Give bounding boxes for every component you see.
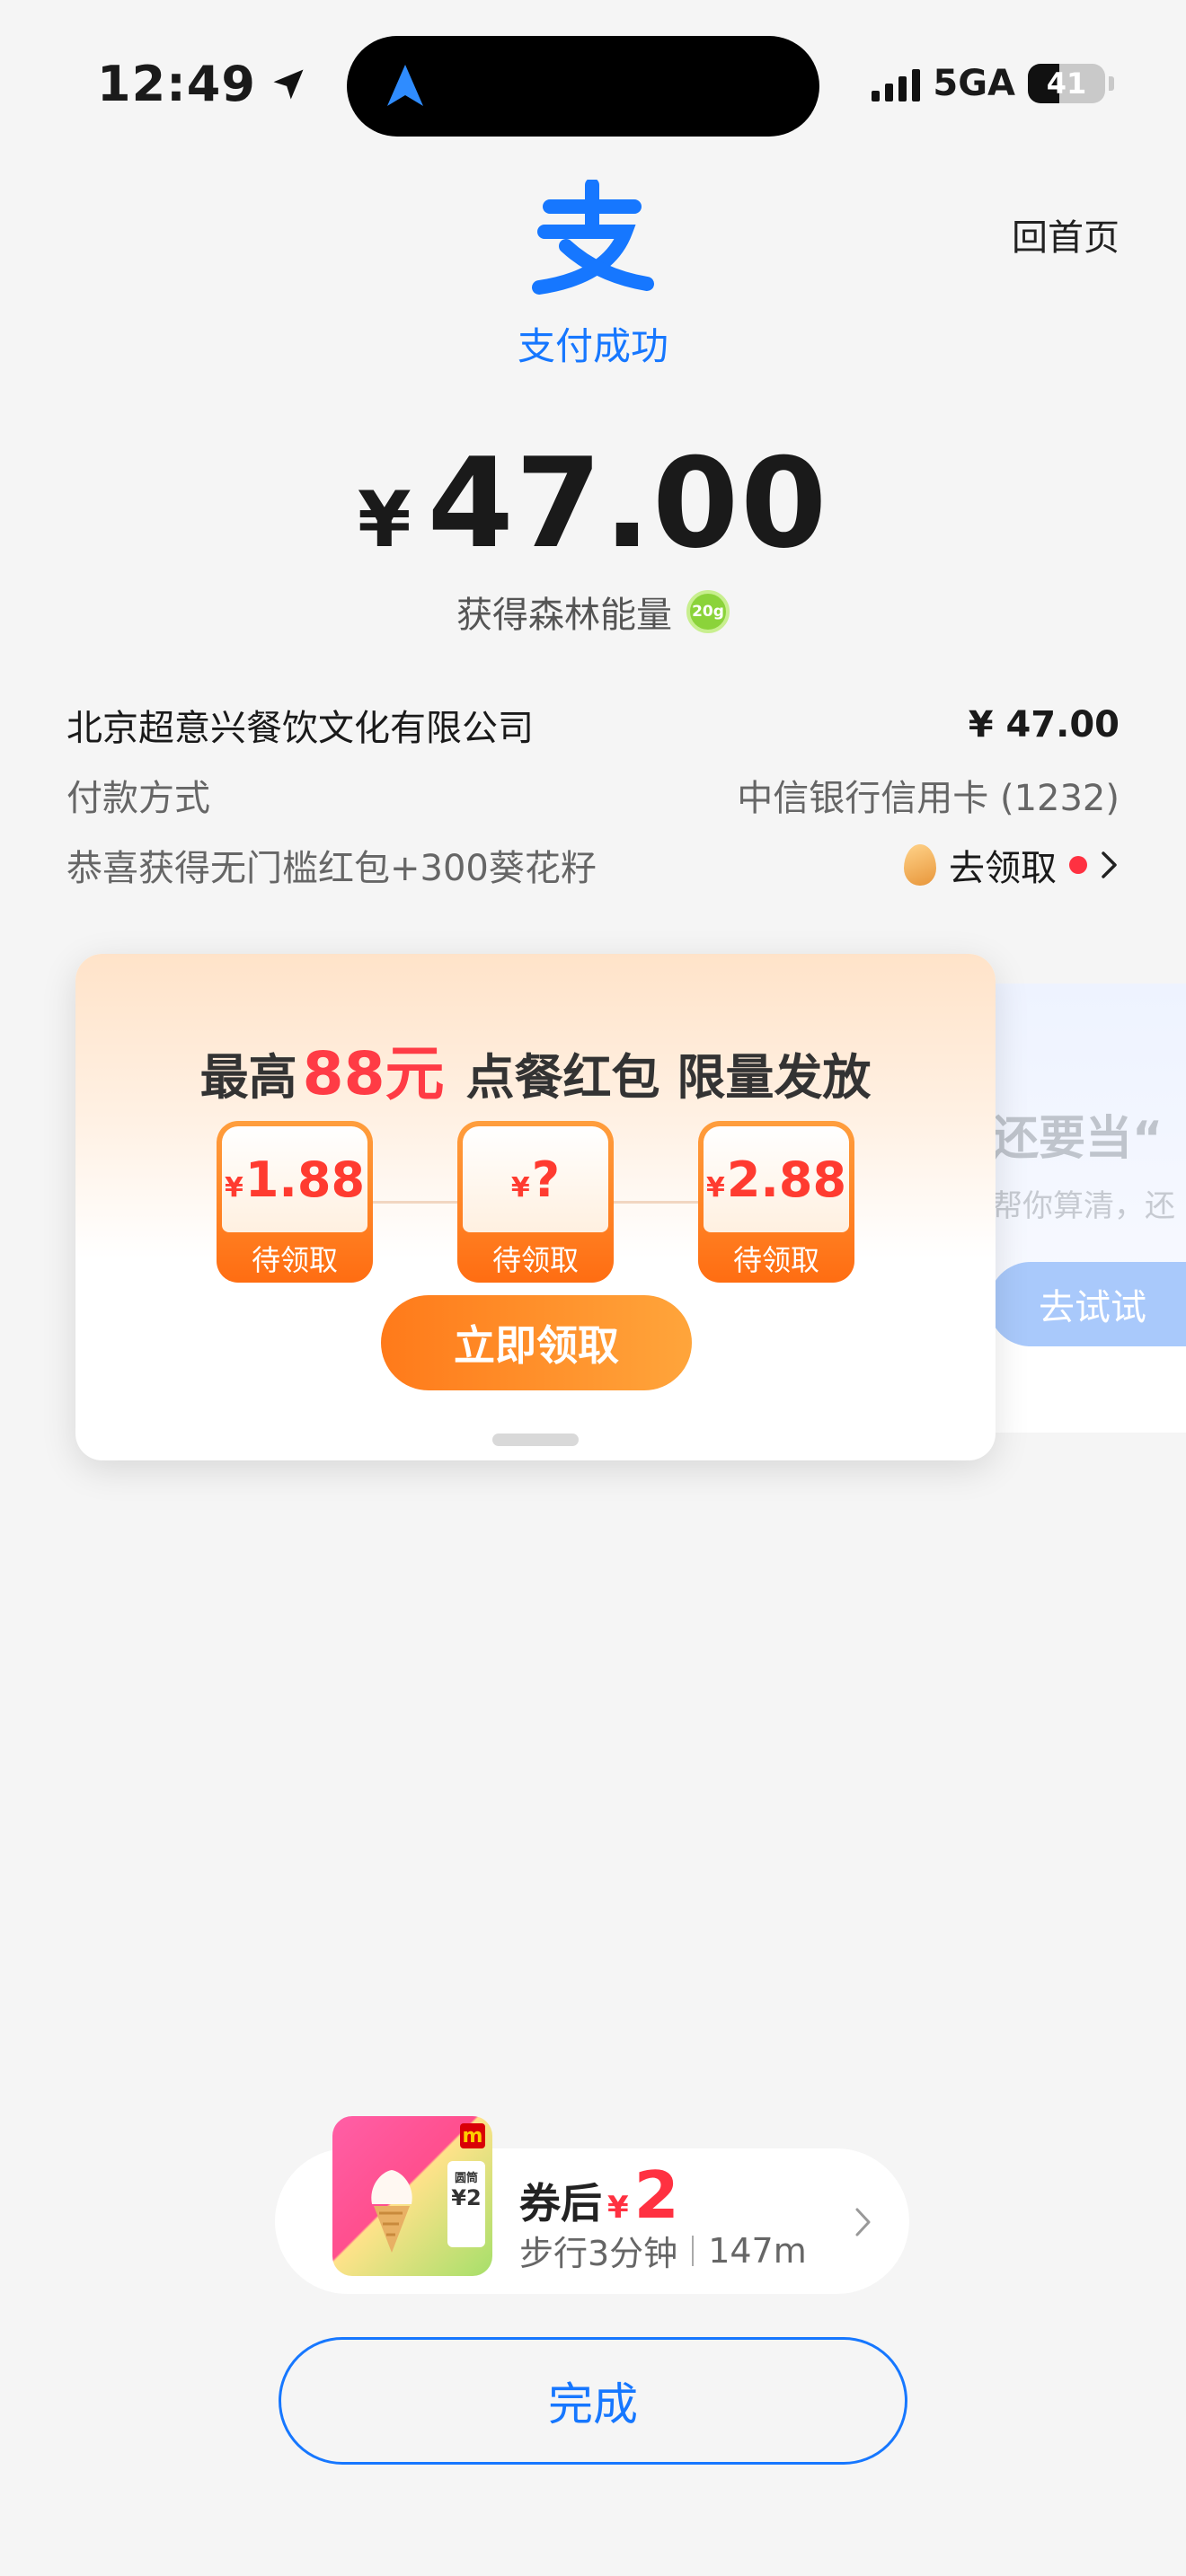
reward-label: 恭喜获得无门槛红包+300葵花籽 (66, 848, 597, 889)
status-right: 5GA 41 (872, 63, 1114, 104)
red-dot-badge (1069, 856, 1087, 874)
product-price-tag: 圆筒 ¥2 (447, 2161, 485, 2247)
coupon-status: 待领取 (732, 1243, 819, 1277)
coupon-card[interactable]: ¥ 2.88 待领取 (698, 1121, 854, 1283)
after-coupon-value: 2 (633, 2157, 679, 2233)
coupon-amount: 1.88 (244, 1151, 366, 1208)
promo-title: 最高 88元 点餐红包 限量发放 (75, 1026, 996, 1112)
after-coupon-label: 券后 (519, 2179, 602, 2228)
product-tag-line2: ¥2 (451, 2185, 482, 2210)
pay-status-text: 支付成功 (517, 324, 668, 368)
coupon-value: ¥ 1.88 (222, 1126, 367, 1232)
coupon-status: 待领取 (251, 1243, 338, 1277)
coupon-amount: ? (531, 1151, 561, 1208)
currency-symbol: ¥ (357, 475, 412, 565)
battery-text: 41 (1046, 66, 1087, 101)
promo-title-suffix: 点餐红包 限量发放 (465, 1049, 872, 1106)
coupon-currency: ¥ (510, 1172, 530, 1204)
amount-value: 47.00 (427, 431, 829, 576)
navigation-arrow-icon (387, 65, 423, 106)
status-time-text: 12:49 (97, 56, 256, 112)
chevron-right-icon (1102, 851, 1117, 878)
coupon-status: 待领取 (491, 1243, 579, 1277)
walk-time: 步行3分钟 (519, 2234, 678, 2273)
energy-badge-icon: 20g (686, 590, 730, 633)
promo-title-prefix: 最高 (199, 1049, 297, 1106)
coupon-amount: 2.88 (726, 1151, 847, 1208)
after-coupon-price: 券后 ¥ 2 (519, 2163, 679, 2230)
claim-now-button[interactable]: 立即领取 (381, 1295, 692, 1390)
red-packet-promo-card: 最高 88元 点餐红包 限量发放 ¥ 1.88 待领取 ¥ ? 待领取 ¥ 2.… (75, 954, 996, 1460)
divider (692, 2235, 695, 2266)
home-link[interactable]: 回首页 (1012, 208, 1120, 260)
chevron-right-icon[interactable] (854, 2206, 873, 2238)
location-arrow-icon (273, 69, 304, 99)
coupon-card[interactable]: ¥ ? 待领取 (457, 1121, 614, 1283)
seed-egg-icon (904, 844, 936, 886)
coupon-list: ¥ 1.88 待领取 ¥ ? 待领取 ¥ 2.88 待领取 (75, 1121, 996, 1283)
coupon-connector (614, 1200, 698, 1204)
coupon-connector (373, 1200, 457, 1204)
status-time: 12:49 (97, 56, 308, 112)
dynamic-island (347, 36, 819, 137)
secondary-promo-card[interactable]: 还要当“ 帮你算清，还 去试试 (970, 984, 1186, 1433)
battery-icon: 41 (1028, 64, 1105, 103)
product-tag-line1: 圆筒 (454, 2172, 478, 2185)
merchant-name: 北京超意兴餐饮文化有限公司 (66, 708, 534, 749)
mcdonalds-logo-icon: m (460, 2123, 485, 2148)
merchant-amount: ¥ 47.00 (968, 704, 1120, 745)
method-label: 付款方式 (66, 778, 210, 819)
done-button[interactable]: 完成 (279, 2337, 907, 2465)
battery-cap (1109, 76, 1114, 91)
coupon-card[interactable]: ¥ 1.88 待领取 (217, 1121, 373, 1283)
payment-method-row: 付款方式 中信银行信用卡 (1232) (66, 769, 1120, 821)
coupon-currency: ¥ (705, 1172, 725, 1204)
payment-success-page: 12:49 5GA 41 支付成功 回首页 ¥ 47.00 获得森林能量 20g… (0, 0, 1186, 2576)
merchant-row: 北京超意兴餐饮文化有限公司 ¥ 47.00 (66, 699, 1120, 751)
alipay-logo-icon (532, 180, 654, 295)
secondary-card-subtitle: 帮你算清，还 (992, 1188, 1175, 1224)
coupon-value: ¥ ? (463, 1126, 608, 1232)
network-label: 5GA (933, 63, 1015, 104)
coupon-value: ¥ 2.88 (704, 1126, 849, 1232)
method-value: 中信银行信用卡 (1232) (737, 778, 1120, 819)
secondary-card-title: 还要当“ (992, 1112, 1164, 1166)
reward-row[interactable]: 恭喜获得无门槛红包+300葵花籽 去领取 (66, 839, 1120, 891)
ice-cream-cone-icon (371, 2170, 412, 2253)
forest-energy[interactable]: 获得森林能量 20g (0, 586, 1186, 638)
ice-cream-product-image[interactable]: 圆筒 ¥2 m (332, 2116, 492, 2276)
energy-label: 获得森林能量 (456, 595, 672, 636)
after-coupon-currency: ¥ (607, 2190, 629, 2226)
carousel-pager-indicator (492, 1434, 579, 1446)
payment-amount: ¥ 47.00 (0, 431, 1186, 576)
promo-title-highlight: 88元 (302, 1039, 445, 1108)
reward-action-text: 去领取 (949, 848, 1057, 889)
secondary-try-button[interactable]: 去试试 (988, 1262, 1186, 1346)
cellular-signal-icon (872, 66, 921, 101)
coupon-currency: ¥ (224, 1172, 243, 1204)
walk-distance: 步行3分钟 147m (519, 2226, 807, 2275)
distance-text: 147m (708, 2230, 807, 2271)
reward-claim-link[interactable]: 去领取 (904, 839, 1120, 891)
